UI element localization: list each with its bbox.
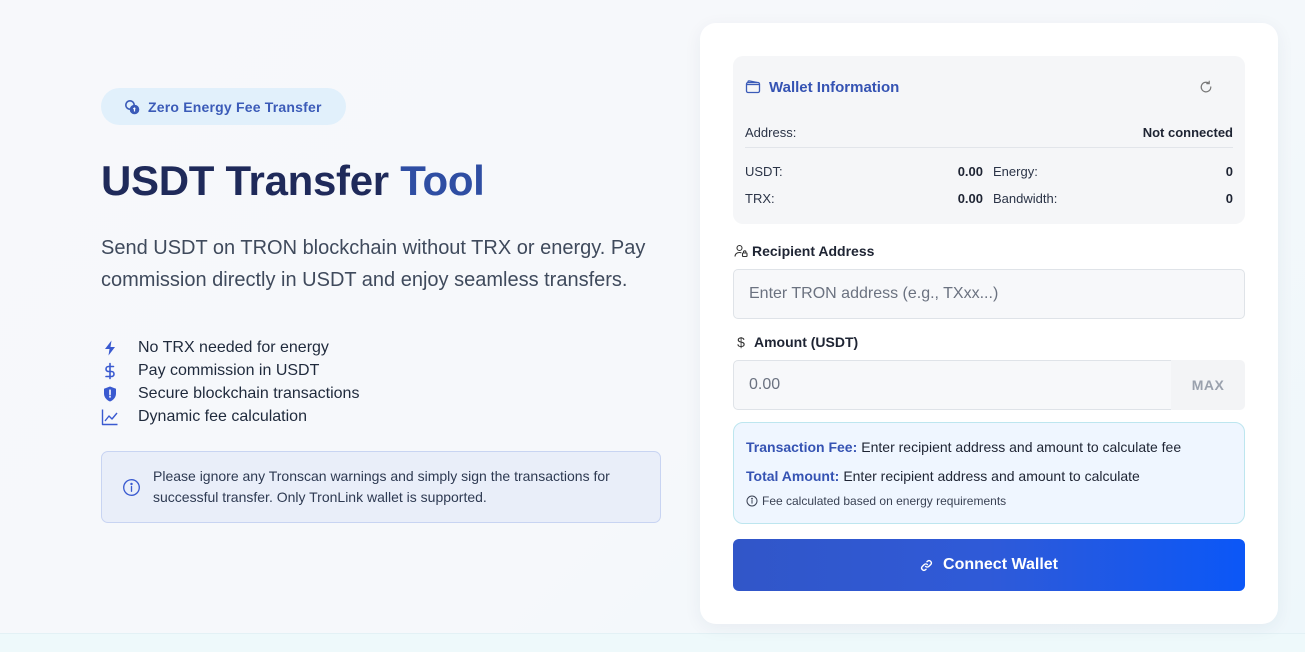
feature-item: No TRX needed for energy [101, 336, 661, 359]
total-amount-value: Enter recipient address and amount to ca… [843, 468, 1140, 484]
recipient-label: Recipient Address [734, 243, 874, 259]
user-lock-icon [734, 244, 748, 258]
wallet-info-title: Wallet Information [769, 78, 900, 96]
info-notice: Please ignore any Tronscan warnings and … [101, 451, 661, 523]
usdt-value: 0.00 [957, 164, 983, 179]
wallet-info-header: Wallet Information [745, 56, 1233, 118]
wallet-address-row: Address: Not connected [745, 118, 1233, 148]
refresh-icon[interactable] [1199, 80, 1213, 94]
coins-icon [125, 99, 140, 114]
address-label: Address: [745, 125, 797, 140]
wallet-icon [745, 80, 761, 94]
stat-row: TRX: 0.00 Bandwidth: 0 [745, 185, 1233, 212]
stat-row: USDT: 0.00 Energy: 0 [745, 158, 1233, 185]
transaction-fee-label: Transaction Fee: [746, 439, 858, 455]
max-button[interactable]: MAX [1171, 360, 1245, 410]
info-icon [123, 478, 140, 496]
amount-label: $ Amount (USDT) [734, 334, 858, 350]
feature-list: No TRX needed for energy Pay commission … [101, 336, 661, 428]
feature-item: Pay commission in USDT [101, 359, 661, 382]
page-footer-strip [0, 633, 1305, 652]
bandwidth-label: Bandwidth: [993, 191, 1058, 206]
amount-label-text: Amount (USDT) [754, 334, 859, 350]
notice-text: Please ignore any Tronscan warnings and … [153, 468, 610, 505]
shield-icon [101, 385, 119, 403]
total-amount-label: Total Amount: [746, 468, 840, 484]
bandwidth-balance: Bandwidth: 0 [993, 191, 1233, 206]
energy-value: 0 [1225, 164, 1233, 179]
title-accent: Tool [400, 157, 485, 204]
title-main: USDT Transfer [101, 157, 389, 204]
recipient-label-text: Recipient Address [752, 243, 875, 259]
usdt-balance: USDT: 0.00 [745, 164, 983, 179]
usdt-label: USDT: [745, 164, 783, 179]
hero-description: Send USDT on TRON blockchain without TRX… [101, 237, 646, 291]
address-value: Not connected [1142, 125, 1233, 140]
bandwidth-value: 0 [1225, 191, 1233, 206]
fee-note-text: Fee calculated based on energy requireme… [762, 494, 1007, 508]
page-title: USDT Transfer Tool [101, 157, 661, 205]
feature-label: Pay commission in USDT [138, 361, 320, 379]
hero-section: Zero Energy Fee Transfer USDT Transfer T… [101, 88, 661, 523]
transfer-card: Wallet Information Address: Not connecte… [700, 23, 1278, 624]
transaction-fee-value: Enter recipient address and amount to ca… [861, 439, 1182, 455]
fee-note: Fee calculated based on energy requireme… [746, 494, 1232, 508]
recipient-address-input[interactable] [733, 269, 1245, 319]
trx-value: 0.00 [957, 191, 983, 206]
energy-label: Energy: [993, 164, 1038, 179]
trx-label: TRX: [745, 191, 775, 206]
badge-label: Zero Energy Fee Transfer [148, 98, 322, 115]
wallet-info-panel: Wallet Information Address: Not connecte… [733, 56, 1245, 224]
feature-badge: Zero Energy Fee Transfer [101, 88, 346, 125]
trx-balance: TRX: 0.00 [745, 191, 983, 206]
amount-input[interactable] [733, 360, 1172, 410]
dollar-icon [101, 362, 119, 380]
dollar-icon: $ [737, 334, 745, 350]
chart-line-icon [101, 408, 119, 426]
total-amount-row: Total Amount: Enter recipient address and… [746, 466, 1232, 486]
link-icon [921, 559, 933, 571]
info-icon [746, 495, 758, 507]
feature-label: Secure blockchain transactions [138, 384, 360, 402]
energy-balance: Energy: 0 [993, 164, 1233, 179]
transaction-fee-row: Transaction Fee: Enter recipient address … [746, 437, 1232, 457]
wallet-stats: USDT: 0.00 Energy: 0 TRX: 0.00 Bandwidth… [745, 158, 1233, 212]
feature-item: Dynamic fee calculation [101, 405, 661, 428]
feature-label: Dynamic fee calculation [138, 407, 307, 425]
lightning-icon [101, 339, 119, 357]
connect-wallet-label: Connect Wallet [943, 556, 1058, 573]
connect-wallet-button[interactable]: Connect Wallet [733, 539, 1245, 591]
feature-item: Secure blockchain transactions [101, 382, 661, 405]
feature-label: No TRX needed for energy [138, 338, 329, 356]
fee-summary: Transaction Fee: Enter recipient address … [733, 422, 1245, 524]
